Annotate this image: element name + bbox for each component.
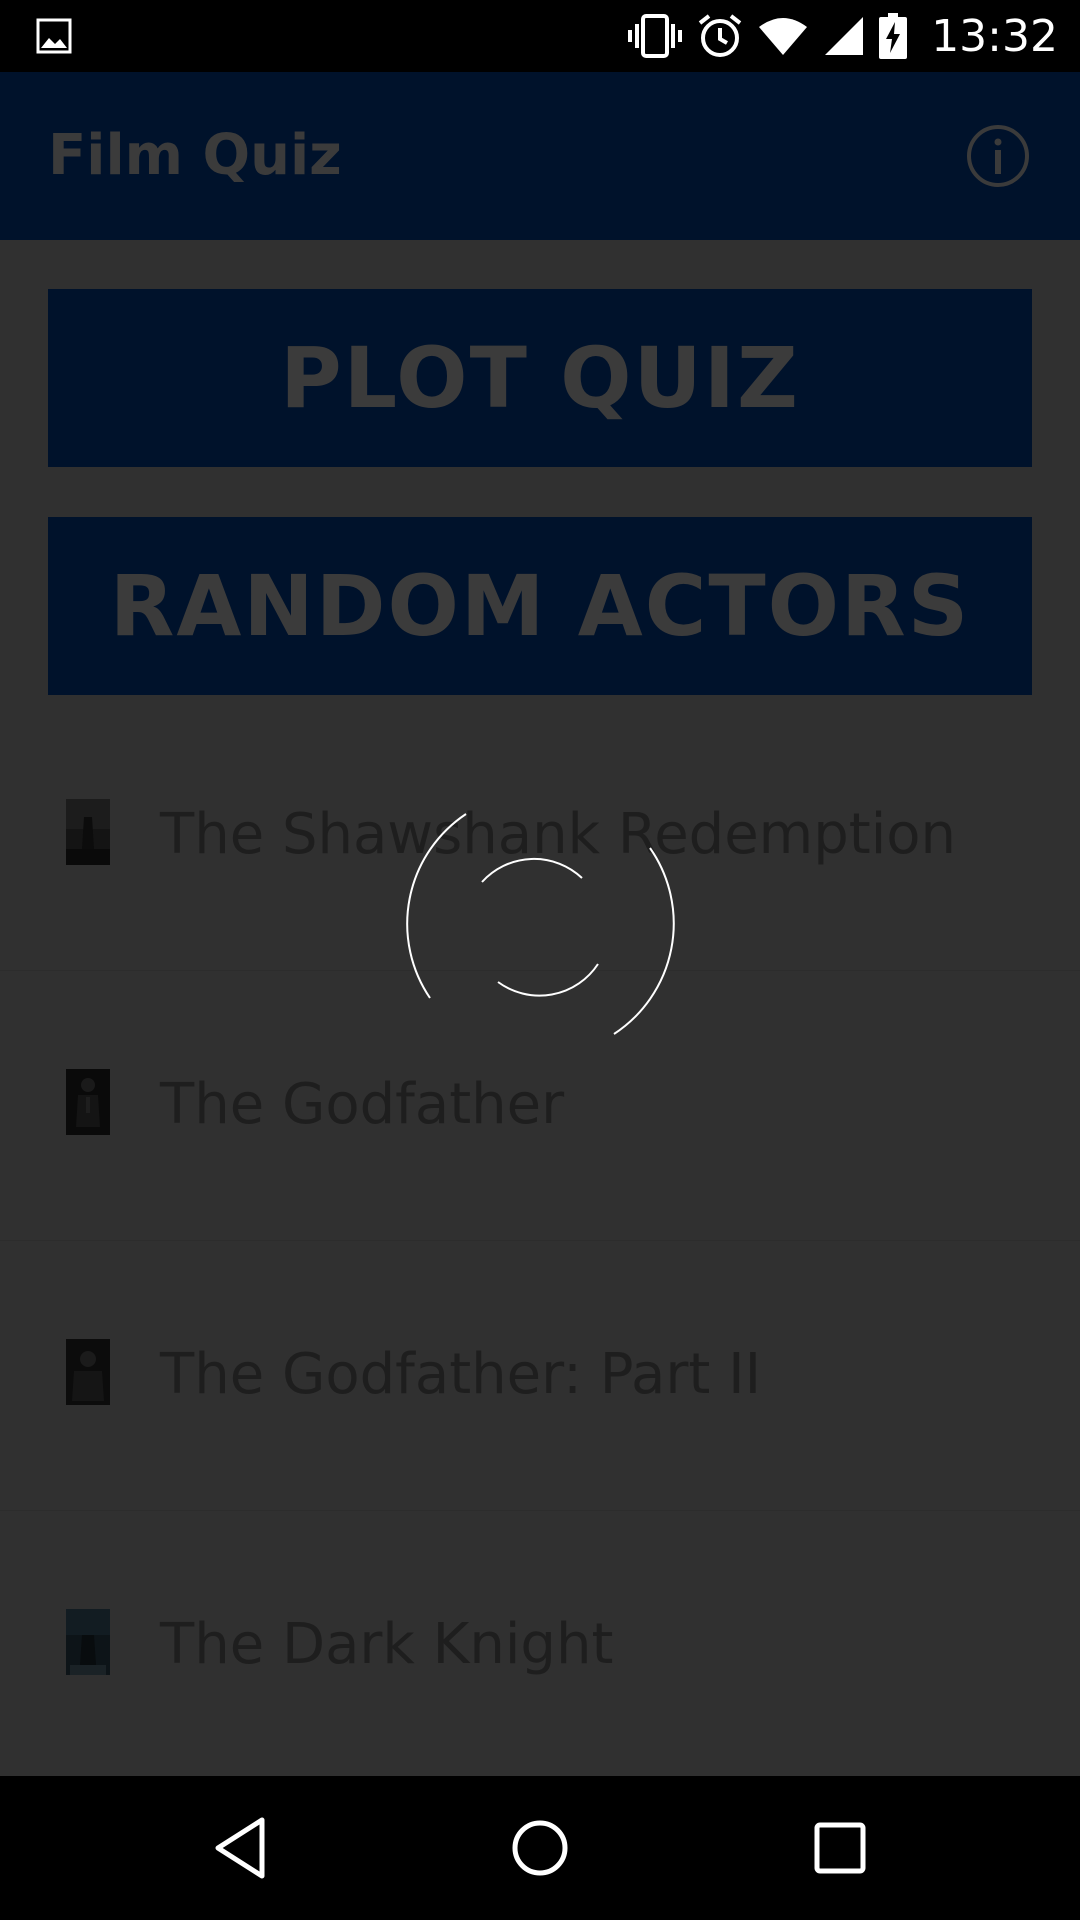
film-title: The Godfather: [160, 1072, 565, 1137]
navigation-bar: [0, 1776, 1080, 1920]
list-item-dark-knight[interactable]: The Dark Knight: [0, 1510, 1080, 1781]
list-item-godfather-2[interactable]: The Godfather: Part II: [0, 1240, 1080, 1511]
alarm-icon: [698, 14, 742, 57]
plot-quiz-button[interactable]: PLOT QUIZ: [48, 289, 1032, 467]
poster-shawshank: [66, 799, 110, 865]
info-icon[interactable]: [966, 124, 1030, 188]
app-title: Film Quiz: [48, 123, 342, 188]
poster-dark-knight: [66, 1609, 110, 1675]
vibrate-icon: [628, 14, 683, 58]
wifi-icon: [759, 18, 808, 55]
film-title: The Dark Knight: [160, 1612, 614, 1677]
app-bar: Film Quiz: [0, 72, 1080, 240]
battery-charging-icon: [879, 13, 908, 59]
poster-godfather: [66, 1069, 110, 1135]
signal-icon: [825, 17, 864, 55]
back-icon[interactable]: [206, 1812, 278, 1884]
random-actors-button[interactable]: RANDOM ACTORS: [48, 517, 1032, 695]
loading-spinner-icon: [406, 813, 675, 1035]
poster-godfather-2: [66, 1339, 110, 1405]
home-icon[interactable]: [504, 1812, 576, 1884]
status-icons: 13:32: [627, 0, 1058, 72]
status-bar: 13:32: [0, 0, 1080, 72]
screen: 13:32 Film Quiz PLOT QUIZ RANDOM ACTORS …: [0, 0, 1080, 1920]
film-title: The Godfather: Part II: [160, 1342, 762, 1407]
status-time: 13:32: [931, 10, 1058, 62]
gallery-icon: [36, 18, 72, 54]
recent-apps-icon[interactable]: [804, 1812, 876, 1884]
